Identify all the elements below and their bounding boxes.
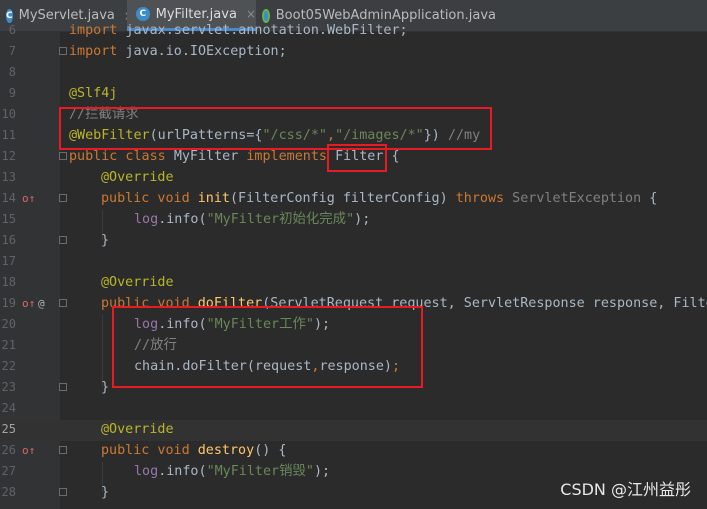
code-text[interactable]: log.info("MyFilter初始化完成"); [134,209,370,230]
code-text[interactable]: @Override [101,272,174,293]
line-number: 6 [8,23,16,37]
code-text[interactable]: } [101,377,109,398]
code-line: 25 @Override [0,419,707,440]
code-line: 17 [0,251,707,272]
code-text[interactable]: import javax.servlet.annotation.WebFilte… [69,20,408,41]
line-number: 19 [1,296,16,310]
code-line: 26 o↑ public void destroy() { [0,440,707,461]
code-line: 16 } [0,230,707,251]
line-number: 13 [1,170,16,184]
line-number: 25 [1,422,16,436]
line-number: 21 [1,338,16,352]
line-number: 15 [1,212,16,226]
line-number: 27 [1,464,16,478]
line-number: 8 [8,65,16,79]
code-line: 8 [0,62,707,83]
override-method-icon[interactable]: o↑ [22,293,35,314]
line-number: 17 [1,254,16,268]
highlight-box-dofilter-body [112,306,423,388]
highlight-box-webfilter [59,107,492,150]
watermark-text: CSDN @江州益彤 [560,480,691,499]
line-number: 10 [1,107,16,121]
line-number: 12 [1,149,16,163]
code-text[interactable]: } [101,482,109,503]
line-number: 24 [1,401,16,415]
annotation-at-icon[interactable]: @ [38,293,45,314]
code-text[interactable]: log.info("MyFilter销毁"); [134,461,330,482]
line-number: 7 [8,44,16,58]
code-text[interactable]: @Slf4j [69,83,117,104]
override-method-icon[interactable]: o↑ [22,188,35,209]
code-text[interactable]: import java.io.IOException; [69,41,287,62]
close-icon[interactable]: × [246,7,256,21]
code-text[interactable]: @Override [101,419,174,440]
code-text[interactable]: public void init(FilterConfig filterConf… [101,188,657,209]
code-text[interactable]: } [101,230,109,251]
code-text[interactable]: public void destroy() { [101,440,286,461]
code-line: 6 import javax.servlet.annotation.WebFil… [0,20,707,41]
highlight-box-filter-interface [327,144,387,172]
line-number: 22 [1,359,16,373]
line-number: 11 [1,128,16,142]
code-line: 14 o↑ public void init(FilterConfig filt… [0,188,707,209]
code-line: 7 import java.io.IOException; [0,41,707,62]
line-number: 16 [1,233,16,247]
code-line: 18 @Override [0,272,707,293]
line-number: 26 [1,443,16,457]
line-number: 9 [8,86,16,100]
line-number: 14 [1,191,16,205]
class-c-icon: C [136,7,150,21]
code-text[interactable]: @Override [101,167,174,188]
code-line: 24 [0,398,707,419]
code-line: 9 @Slf4j [0,83,707,104]
line-number: 18 [1,275,16,289]
line-number: 28 [1,485,16,499]
line-number: 20 [1,317,16,331]
code-line: 15 log.info("MyFilter初始化完成"); [0,209,707,230]
line-number: 23 [1,380,16,394]
override-method-icon[interactable]: o↑ [22,440,35,461]
